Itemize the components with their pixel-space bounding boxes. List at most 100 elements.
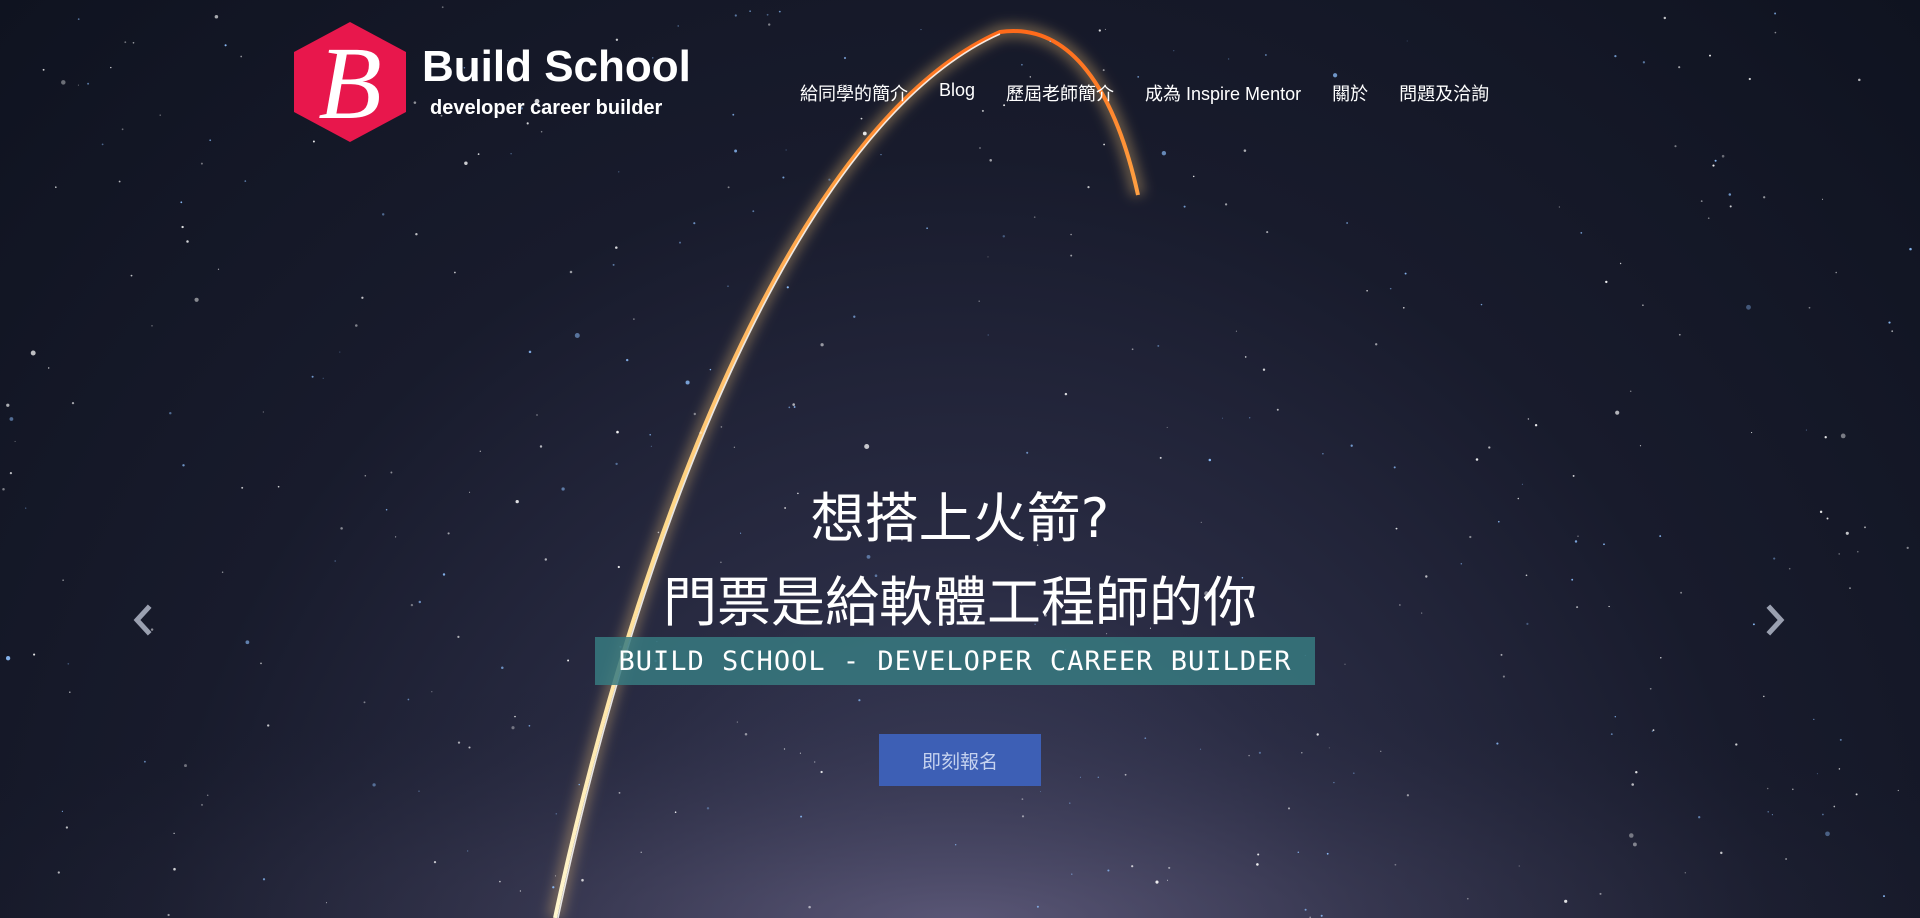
star [1840,433,1846,439]
star [415,232,418,236]
nav-item-student-intro[interactable]: 給同學的簡介 [800,80,908,106]
star [1097,776,1100,779]
star [457,741,461,744]
star [1527,418,1530,420]
star [1103,143,1105,146]
star [860,117,863,120]
star [736,721,738,723]
star [1221,417,1224,419]
site-logo[interactable]: B Build School developer career builder [292,20,691,144]
star [612,263,615,266]
star [706,807,710,810]
star [173,867,176,871]
star [554,875,557,877]
star [853,315,856,318]
star [1580,232,1583,234]
star [1352,772,1355,775]
star [1766,787,1769,790]
star [182,464,185,467]
star [778,10,781,13]
star [87,82,90,85]
star [1326,852,1329,855]
star [1698,816,1701,819]
star [1615,410,1620,415]
star [1813,718,1815,721]
star [47,367,50,369]
star [1888,321,1891,324]
star [355,324,358,327]
star [744,732,748,736]
star [978,300,980,302]
chevron-right-icon[interactable] [1760,602,1790,638]
star [1406,40,1408,42]
star [1173,50,1175,52]
star [184,764,187,768]
star [118,180,121,183]
star [1144,737,1147,740]
star [262,878,266,881]
star [1104,28,1106,30]
star [720,426,723,428]
star [1316,733,1319,736]
star [143,760,146,763]
star [1350,444,1353,447]
star [334,560,337,562]
star [55,186,57,188]
star [752,210,755,213]
star [214,14,219,19]
star [1605,280,1608,284]
star [788,406,791,409]
star [477,153,480,155]
nav-item-blog[interactable]: Blog [939,80,975,106]
star [1763,695,1765,698]
star [1183,205,1186,208]
star [1033,216,1036,218]
star [5,656,11,661]
star [1808,306,1811,309]
star [1393,466,1396,469]
star [501,666,504,670]
star [618,171,620,173]
star [727,285,729,287]
star [1256,863,1259,866]
star [245,640,250,645]
star [244,180,247,182]
star [381,213,385,216]
star [14,440,16,442]
star [1642,61,1646,64]
star [1720,851,1723,855]
nav-item-past-teachers[interactable]: 歷屆老師簡介 [1006,80,1114,106]
star [57,871,60,874]
star [132,41,135,44]
star [1518,865,1520,867]
nav-item-contact[interactable]: 問題及洽詢 [1399,80,1489,106]
star [734,149,738,153]
star [693,222,696,225]
star [555,813,558,815]
star [1366,290,1368,292]
star [814,761,816,763]
nav-item-inspire-mentor[interactable]: 成為 Inspire Mentor [1145,80,1301,106]
nav-item-about[interactable]: 關於 [1332,80,1368,106]
star [987,256,989,258]
star [1678,333,1681,336]
star [1375,343,1378,346]
chevron-left-icon[interactable] [128,602,158,638]
signup-button[interactable]: 即刻報名 [879,734,1041,786]
star [979,147,981,149]
star [625,358,629,362]
star [685,380,690,385]
star [71,401,75,405]
star [322,377,324,379]
star [69,691,71,693]
star [1301,752,1303,754]
star [1735,743,1738,746]
star [1767,811,1769,813]
star [1614,716,1616,718]
star [1224,203,1228,206]
hero-section: B Build School developer career builder … [0,0,1920,918]
star [1248,754,1250,757]
star [1572,474,1575,477]
star [552,886,555,889]
star [1070,254,1073,257]
